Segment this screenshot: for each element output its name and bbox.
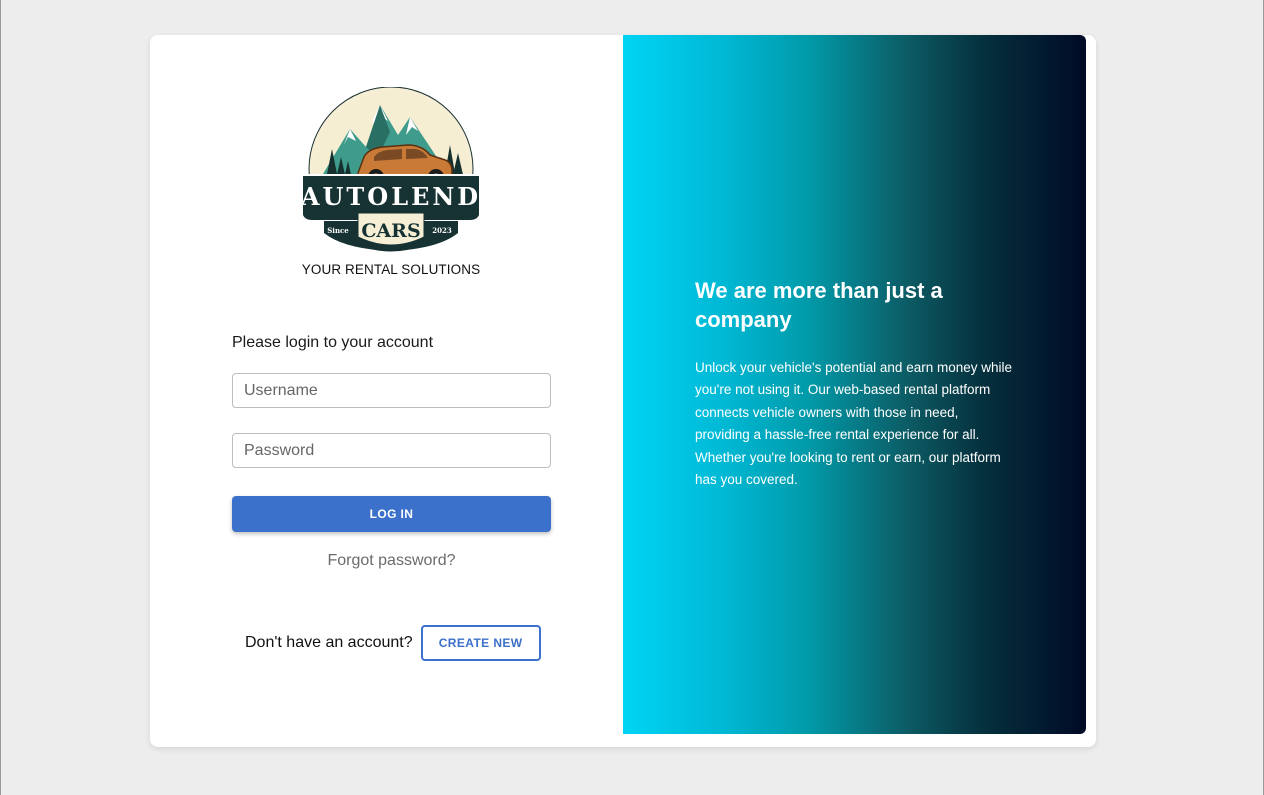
brand-tagline: YOUR RENTAL SOLUTIONS: [301, 262, 481, 277]
logo-main-text: AUTOLEND: [300, 182, 481, 211]
logo-since-text: Since: [327, 226, 349, 235]
create-account-button[interactable]: CREATE NEW: [420, 625, 541, 661]
login-prompt: Please login to your account: [232, 334, 434, 351]
promo-body: Unlock your vehicle's potential and earn…: [695, 360, 1012, 488]
login-button[interactable]: LOG IN: [232, 496, 551, 532]
promo-title: We are more than just a company: [695, 278, 943, 332]
signup-row: Don't have an account? CREATE NEW: [245, 625, 541, 661]
page: AUTOLEND CARS Since 2023 YOUR RENTAL SOL…: [0, 0, 1264, 795]
login-panel: AUTOLEND CARS Since 2023 YOUR RENTAL SOL…: [150, 35, 623, 747]
password-input[interactable]: [232, 433, 551, 468]
promo-panel: We are more than just a company Unlock y…: [623, 35, 1086, 734]
logo-sub-text: CARS: [361, 220, 420, 242]
logo-year-text: 2023: [432, 226, 452, 235]
login-card: AUTOLEND CARS Since 2023 YOUR RENTAL SOL…: [150, 35, 1096, 747]
autolend-logo: AUTOLEND CARS Since 2023: [300, 87, 481, 252]
signup-prompt: Don't have an account?: [245, 634, 413, 651]
forgot-password-link[interactable]: Forgot password?: [232, 552, 551, 570]
username-input[interactable]: [232, 373, 551, 408]
